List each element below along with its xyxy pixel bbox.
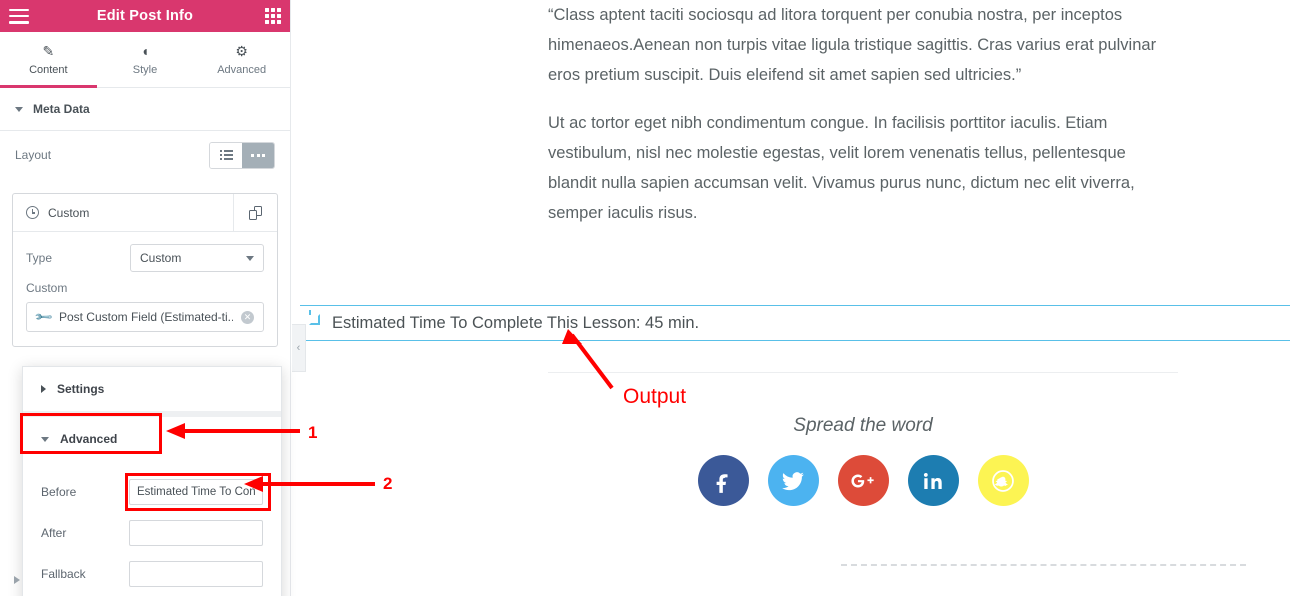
post-content: “Class aptent taciti sociosqu ad litora … (548, 0, 1178, 246)
screen-root: Edit Post Info ✎ Content ◖ Style ⚙ Advan… (0, 0, 1291, 596)
social-share-row (548, 455, 1178, 506)
custom-label: Custom (26, 281, 68, 295)
type-field-row: Type Custom (26, 244, 264, 272)
snapchat-icon[interactable] (977, 455, 1029, 506)
hamburger-icon[interactable] (9, 8, 29, 24)
before-field-row: Before Estimated Time To Con (41, 471, 271, 512)
grid-apps-icon[interactable] (265, 8, 281, 24)
fallback-input[interactable] (129, 560, 263, 587)
layout-option-list[interactable] (210, 142, 242, 168)
widget-handle-icon (309, 310, 320, 325)
layout-control-row: Layout (0, 131, 290, 179)
tab-style-label: Style (132, 63, 158, 76)
pencil-icon: ✎ (42, 42, 55, 59)
repeater-item-body: Type Custom Custom 🔧 Post Custom Field (… (13, 232, 277, 346)
tab-advanced[interactable]: ⚙ Advanced (193, 32, 290, 87)
after-field-row: After (41, 512, 263, 553)
annotation-output-label: Output (623, 385, 687, 408)
after-label: After (41, 525, 67, 540)
list-icon (219, 150, 233, 160)
custom-field-tag[interactable]: 🔧 Post Custom Field (Estimated-ti... ✕ (26, 302, 264, 332)
layout-toggle-group (209, 141, 275, 169)
meta-repeater: Custom Type Custom Custom 🔧 Post Custom … (12, 193, 278, 347)
repeater-item-label: Custom (48, 205, 90, 220)
paragraph-2: Ut ac tortor eget nibh condimentum congu… (548, 114, 1135, 223)
panel-collapse-icon[interactable] (14, 576, 20, 584)
close-circle-icon[interactable]: ✕ (241, 310, 254, 324)
layout-label: Layout (15, 148, 52, 162)
type-select-value: Custom (140, 251, 182, 265)
popup-fields: Before Estimated Time To Con After Fallb… (23, 461, 281, 596)
repeater-item-header[interactable]: Custom (13, 193, 277, 232)
copy-icon (249, 205, 262, 220)
annotation-number-1: 1 (308, 423, 318, 442)
fallback-field-row: Fallback (41, 553, 263, 594)
post-info-widget[interactable]: Estimated Time To Complete This Lesson: … (300, 305, 1290, 341)
popup-advanced-label: Advanced (60, 432, 118, 446)
chevron-down-icon (246, 255, 254, 261)
repeater-item-title[interactable]: Custom (13, 206, 233, 220)
clock-icon (26, 206, 39, 219)
panel-title: Edit Post Info (96, 8, 194, 24)
duplicate-button[interactable] (233, 193, 277, 232)
page-preview: “Class aptent taciti sociosqu ad litora … (292, 0, 1291, 596)
type-select[interactable]: Custom (130, 244, 264, 272)
popup-section-advanced[interactable]: Advanced (23, 417, 281, 461)
fallback-label: Fallback (41, 566, 86, 581)
popup-advanced-wrapper: Advanced (20, 413, 281, 461)
tab-style[interactable]: ◖ Style (97, 32, 194, 87)
tab-advanced-label: Advanced (217, 63, 267, 76)
post-info-output-text: Estimated Time To Complete This Lesson: … (332, 314, 700, 332)
popup-settings-label: Settings (57, 382, 105, 396)
inline-dots-icon (251, 153, 265, 157)
type-label: Type (26, 251, 53, 265)
google-plus-icon[interactable] (837, 455, 889, 506)
section-meta-data-label: Meta Data (33, 102, 90, 116)
popup-section-settings[interactable]: Settings (23, 367, 281, 411)
gear-icon: ⚙ (235, 42, 248, 59)
before-input[interactable]: Estimated Time To Con (129, 478, 263, 505)
section-meta-data[interactable]: Meta Data (0, 88, 290, 131)
caret-right-icon (41, 385, 46, 393)
before-label: Before (41, 484, 77, 499)
paragraph-1: “Class aptent taciti sociosqu ad litora … (548, 6, 1157, 85)
preview-collapse-handle[interactable]: ‹ (292, 324, 306, 372)
linkedin-icon[interactable] (907, 455, 959, 506)
dynamic-tag-settings-popup: Settings Advanced Before Estimated Time … (20, 366, 282, 596)
tab-content[interactable]: ✎ Content (0, 32, 97, 88)
share-heading: Spread the word (793, 415, 933, 436)
panel-tabs: ✎ Content ◖ Style ⚙ Advanced (0, 32, 290, 88)
caret-down-icon (41, 436, 49, 442)
twitter-icon[interactable] (767, 455, 819, 506)
facebook-icon[interactable] (697, 455, 749, 506)
section-dashed-divider (841, 564, 1246, 566)
content-divider (548, 372, 1178, 373)
panel-header: Edit Post Info (0, 0, 290, 32)
wrench-icon: 🔧 (33, 306, 54, 328)
half-circle-icon: ◖ (140, 42, 150, 59)
layout-option-inline[interactable] (242, 142, 274, 168)
tab-content-label: Content (29, 63, 68, 76)
annotation-number-2: 2 (383, 474, 393, 493)
caret-down-icon (15, 106, 23, 112)
custom-field-tag-text: Post Custom Field (Estimated-ti... (58, 310, 233, 324)
after-input[interactable] (129, 519, 263, 546)
